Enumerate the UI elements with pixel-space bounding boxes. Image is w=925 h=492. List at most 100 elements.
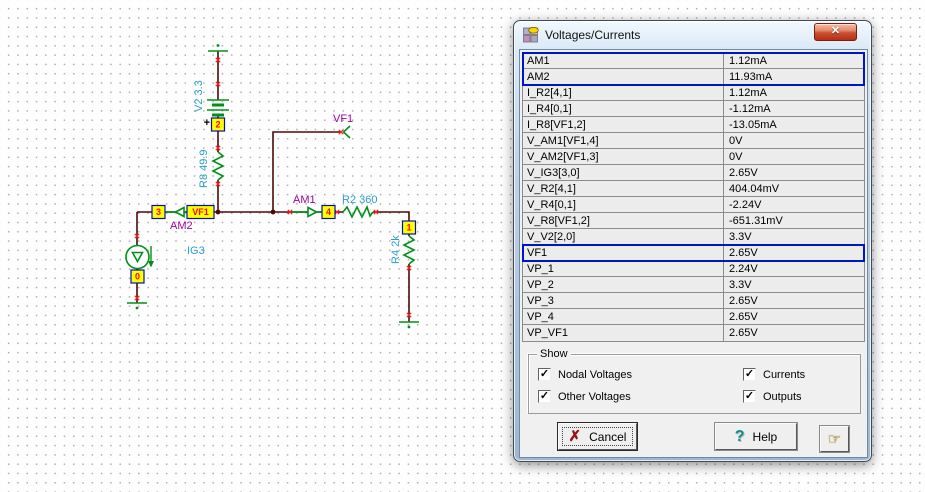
row-name: VF1 — [523, 245, 724, 260]
row-value: 2.65V — [729, 294, 758, 307]
row-name: AM1 — [523, 53, 724, 68]
label-r8: R8 49.9 — [198, 149, 210, 188]
pointer-hand-button[interactable]: ☞ — [819, 425, 850, 453]
checkbox-check-icon[interactable]: ✓ — [538, 368, 551, 381]
battery-plus-sign: + — [204, 117, 210, 129]
table-row[interactable]: V_R2[4,1] 404.04mV — [523, 181, 864, 197]
row-name: AM2 — [523, 69, 724, 85]
highlighted-group: AM1 1.12mA AM2 11.93mA — [522, 52, 865, 86]
table-row-highlighted[interactable]: VF1 2.65V — [522, 244, 865, 262]
dialog-icon — [523, 27, 539, 43]
row-name: VP_2 — [523, 277, 724, 292]
checkbox-outputs[interactable]: ✓ Outputs — [743, 390, 802, 403]
row-value: 2.65V — [729, 327, 758, 339]
ground-symbol[interactable] — [208, 44, 228, 52]
table-row[interactable]: VP_4 2.65V — [523, 309, 864, 325]
row-value: 2.65V — [729, 166, 758, 179]
row-name: VP_1 — [523, 261, 724, 276]
svg-text:1: 1 — [406, 223, 411, 233]
current-source-IG3[interactable] — [125, 244, 154, 270]
focus-rect — [562, 427, 633, 446]
row-value: -1.12mA — [729, 102, 771, 115]
label-am1: AM1 — [293, 194, 316, 206]
row-value: 0V — [729, 150, 743, 163]
svg-text:VF1: VF1 — [192, 207, 209, 217]
close-button[interactable]: ✕ — [814, 23, 857, 41]
row-value: 11.93mA — [729, 71, 773, 83]
label-v2: V2 3.3 — [193, 80, 205, 112]
checkbox-other-voltages[interactable]: ✓ Other Voltages — [538, 390, 631, 403]
table-row[interactable]: VP_3 2.65V — [523, 293, 864, 309]
node-box-3: 3 — [151, 204, 166, 220]
table-row[interactable]: V_V2[2,0] 3.3V — [523, 229, 864, 245]
row-value: -13.05mA — [729, 118, 777, 131]
label-r4: R4 2k — [390, 235, 402, 264]
ground-symbol[interactable] — [399, 321, 419, 329]
row-name: VP_3 — [523, 293, 724, 308]
dialog-title: Voltages/Currents — [545, 28, 641, 42]
checkbox-check-icon[interactable]: ✓ — [743, 368, 756, 381]
table-row[interactable]: VP_1 2.24V — [523, 261, 864, 277]
close-icon: ✕ — [830, 25, 841, 37]
junction-dot — [215, 209, 221, 215]
table-row[interactable]: V_AM2[VF1,3] 0V — [523, 149, 864, 165]
table-row[interactable]: AM1 1.12mA — [523, 53, 864, 69]
voltage-probe-pin[interactable] — [342, 125, 351, 139]
svg-text:0: 0 — [135, 272, 140, 282]
row-value: 3.3V — [729, 278, 752, 291]
checkbox-label: Currents — [763, 368, 806, 381]
label-ig3: IG3 — [187, 245, 205, 257]
table-row[interactable]: AM2 11.93mA — [523, 69, 864, 85]
table-row[interactable]: V_IG3[3,0] 2.65V — [523, 165, 864, 181]
row-name: V_V2[2,0] — [523, 229, 724, 244]
ammeter-AM2[interactable] — [165, 206, 187, 218]
resistor-R2[interactable] — [342, 204, 374, 219]
resistor-R4[interactable] — [402, 235, 416, 265]
row-value: -2.24V — [729, 198, 762, 211]
row-name: V_R8[VF1,2] — [523, 213, 724, 228]
battery-V2[interactable] — [207, 99, 229, 117]
checkbox-check-icon[interactable]: ✓ — [743, 390, 756, 403]
resistor-R8[interactable] — [211, 151, 225, 181]
row-name: VP_4 — [523, 309, 724, 324]
show-groupbox-legend: Show — [537, 348, 571, 360]
show-groupbox: Show ✓ Nodal Voltages ✓ Other Voltages ✓… — [528, 348, 861, 414]
row-name: VP_VF1 — [523, 325, 724, 341]
row-name: I_R8[VF1,2] — [523, 117, 724, 132]
row-value: 2.65V — [729, 310, 758, 323]
row-name: V_AM2[VF1,3] — [523, 149, 724, 164]
ammeter-AM1[interactable] — [292, 206, 322, 218]
help-button[interactable]: ? Help — [714, 422, 798, 451]
row-value: 1.12mA — [729, 54, 767, 67]
row-name: V_AM1[VF1,4] — [523, 133, 724, 148]
svg-text:3: 3 — [156, 207, 161, 217]
checkbox-currents[interactable]: ✓ Currents — [743, 368, 805, 381]
checkbox-nodal-voltages[interactable]: ✓ Nodal Voltages — [538, 368, 632, 381]
cancel-button[interactable]: ✗ Cancel — [557, 422, 638, 451]
row-value: -651.31mV — [729, 214, 783, 227]
wire-net[interactable] — [136, 51, 410, 322]
checkbox-check-icon[interactable]: ✓ — [538, 390, 551, 403]
junction-dot — [270, 209, 276, 215]
table-row[interactable]: V_AM1[VF1,4] 0V — [523, 133, 864, 149]
label-am2: AM2 — [170, 220, 193, 232]
checkbox-label: Nodal Voltages — [558, 368, 632, 381]
table-row[interactable]: I_R8[VF1,2] -13.05mA — [523, 117, 864, 133]
table-row[interactable]: V_R8[VF1,2] -651.31mV — [523, 213, 864, 229]
ground-symbol[interactable] — [127, 302, 147, 310]
table-row[interactable]: VP_VF1 2.65V — [523, 325, 864, 341]
measurements-table: AM1 1.12mA AM2 11.93mA I_R2[4,1] 1.12mA … — [522, 52, 865, 342]
row-value: 3.3V — [729, 230, 752, 243]
table-row[interactable]: I_R4[0,1] -1.12mA — [523, 101, 864, 117]
row-name: I_R2[4,1] — [523, 85, 724, 100]
checkbox-label: Outputs — [763, 390, 802, 403]
help-question-icon: ? — [734, 427, 745, 445]
table-row[interactable]: VP_2 3.3V — [523, 277, 864, 293]
table-row[interactable]: I_R2[4,1] 1.12mA — [523, 85, 864, 101]
svg-text:4: 4 — [326, 207, 331, 217]
dialog-titlebar[interactable]: Voltages/Currents ✕ — [514, 21, 871, 49]
table-row[interactable]: V_R4[0,1] -2.24V — [523, 197, 864, 213]
checkbox-label: Other Voltages — [558, 390, 631, 403]
row-value: 0V — [729, 134, 743, 147]
label-r2: R2 360 — [342, 194, 377, 206]
